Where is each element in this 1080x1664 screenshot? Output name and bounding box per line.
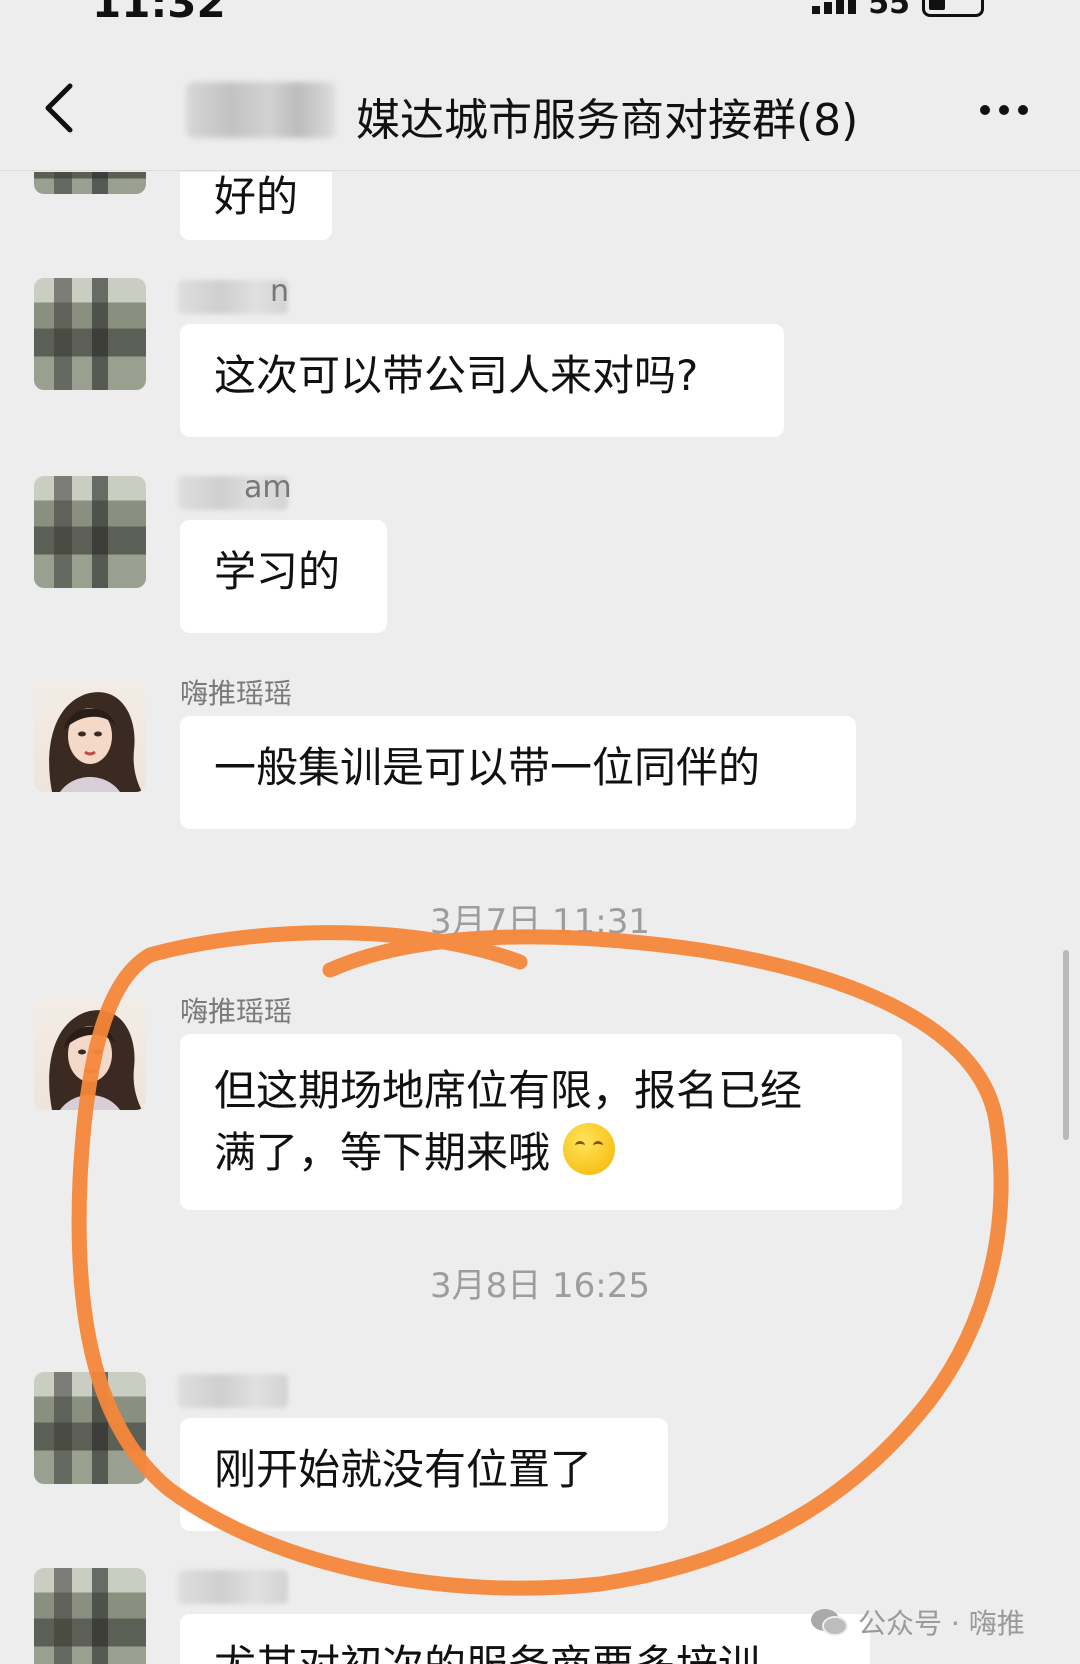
sender-name-fragment: am xyxy=(244,470,292,505)
signal-icon xyxy=(812,0,857,14)
more-dots-icon xyxy=(980,105,990,115)
message-text-line: 满了，等下期来哦 xyxy=(214,1122,868,1184)
message-text: 满了，等下期来哦 xyxy=(214,1128,551,1177)
avatar[interactable] xyxy=(34,476,146,588)
timestamp: 3月7日 11:31 xyxy=(429,902,651,942)
sender-name: 嗨推瑶瑶 xyxy=(180,677,293,710)
message-bubble[interactable]: 但这期场地席位有限，报名已经 满了，等下期来哦 xyxy=(180,1034,902,1210)
chat-header: 媒达城市服务商对接群(8) xyxy=(0,52,1080,171)
message-bubble[interactable]: 这次可以带公司人来对吗? xyxy=(180,324,784,437)
blurred-sender-name xyxy=(178,1374,288,1408)
avatar-portrait-icon xyxy=(49,1010,142,1110)
avatar[interactable] xyxy=(34,680,146,792)
message-list[interactable]: 好的 n 这次可以带公司人来对吗? am 学习的 嗨推瑶瑶 一般集训是可以带一位… xyxy=(0,172,1080,1664)
message-bubble[interactable]: 学习的 xyxy=(180,520,387,633)
message-bubble[interactable]: 刚开始就没有位置了 xyxy=(180,1418,668,1531)
sender-name: 嗨推瑶瑶 xyxy=(180,995,293,1028)
sender-name-fragment: n xyxy=(270,274,290,309)
avatar[interactable] xyxy=(34,278,146,390)
battery-icon xyxy=(922,0,984,17)
message-text: 一般集训是可以带一位同伴的 xyxy=(214,743,761,792)
message-text-line: 但这期场地席位有限，报名已经 xyxy=(214,1066,803,1115)
message-text: 学习的 xyxy=(214,547,341,596)
message-bubble[interactable]: 好的 xyxy=(180,172,333,240)
message-text: 好的 xyxy=(214,172,299,221)
chevron-left-icon xyxy=(45,83,73,133)
wechat-icon xyxy=(811,1609,848,1636)
status-bar: 11:32 55 xyxy=(0,0,1080,27)
avatar[interactable] xyxy=(34,998,146,1110)
more-button[interactable] xyxy=(980,98,1036,122)
message-text: 刚开始就没有位置了 xyxy=(214,1445,593,1494)
watermark: 公众号 · 嗨推 xyxy=(810,1602,1025,1642)
message-bubble[interactable]: 一般集训是可以带一位同伴的 xyxy=(180,716,856,829)
message-bubble[interactable]: 尤其对初次的服务商要多培训 xyxy=(180,1614,870,1664)
status-time: 11:32 xyxy=(92,0,226,27)
avatar-portrait-icon xyxy=(49,692,142,792)
status-icons: 55 xyxy=(812,0,984,21)
smile-emoji-icon xyxy=(563,1123,616,1175)
message-text: 尤其对初次的服务商要多培训 xyxy=(214,1641,760,1664)
timestamp: 3月8日 16:25 xyxy=(429,1266,651,1306)
chat-title: 媒达城市服务商对接群(8) xyxy=(356,95,859,146)
blurred-group-name xyxy=(186,82,336,138)
avatar[interactable] xyxy=(34,1568,146,1664)
scrollbar[interactable] xyxy=(1063,950,1069,1140)
back-button[interactable] xyxy=(32,78,92,138)
message-text: 这次可以带公司人来对吗? xyxy=(214,351,699,400)
avatar[interactable] xyxy=(34,172,146,194)
blurred-sender-name xyxy=(178,1570,288,1604)
battery-percent: 55 xyxy=(868,0,910,21)
watermark-text: 公众号 · 嗨推 xyxy=(858,1607,1025,1640)
avatar[interactable] xyxy=(34,1372,146,1484)
